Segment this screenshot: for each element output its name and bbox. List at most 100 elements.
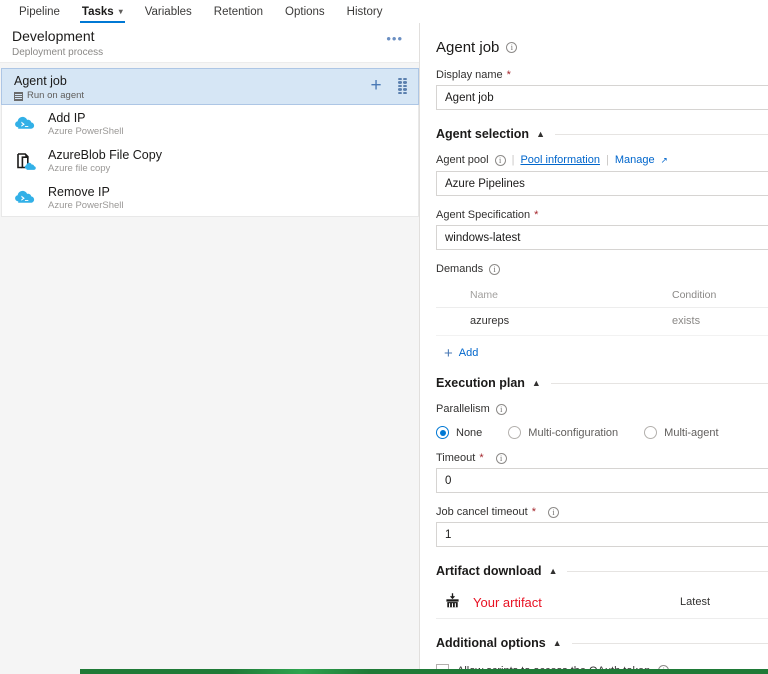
radio-label: None	[456, 427, 482, 439]
display-name-label: Display name *	[436, 69, 768, 81]
section-execution-plan[interactable]: Execution plan ▲	[436, 376, 768, 390]
job-list: Agent job Run on agent +	[0, 63, 420, 217]
chevron-up-icon: ▲	[536, 130, 545, 139]
chevron-up-icon: ▲	[532, 379, 541, 388]
info-icon[interactable]: i	[496, 404, 507, 415]
info-icon[interactable]: i	[495, 155, 506, 166]
info-icon[interactable]: i	[489, 264, 500, 275]
info-icon[interactable]: i	[548, 507, 559, 518]
task-list: Add IP Azure PowerShell	[1, 105, 419, 217]
app-root: Pipeline Tasks ▾ Variables Retention Opt…	[0, 0, 768, 674]
timeout-label-text: Timeout	[436, 452, 475, 464]
demands-label-row: Demands i	[436, 263, 768, 275]
parallelism-label: Parallelism	[436, 403, 490, 415]
task-text: Add IP Azure PowerShell	[48, 110, 124, 138]
agent-job-row[interactable]: Agent job Run on agent +	[1, 68, 419, 105]
job-cancel-timeout-label: Job cancel timeout * i	[436, 506, 768, 518]
chevron-up-icon: ▲	[553, 639, 562, 648]
task-name: Add IP	[48, 110, 124, 126]
add-demand-label: Add	[459, 347, 479, 359]
radio-multi-configuration[interactable]: Multi-configuration	[508, 426, 618, 439]
separator: |	[606, 154, 609, 166]
display-name-input[interactable]	[436, 85, 768, 110]
job-cancel-timeout-field: Job cancel timeout * i	[436, 506, 768, 547]
task-name: Remove IP	[48, 184, 124, 200]
add-demand-button[interactable]: + Add	[436, 347, 768, 359]
section-rule	[555, 134, 768, 135]
parallelism-label-row: Parallelism i	[436, 403, 768, 415]
required-marker: *	[534, 209, 538, 221]
task-text: AzureBlob File Copy Azure file copy	[48, 147, 162, 175]
job-details-pane: Agent job i Display name * Agent selecti…	[420, 23, 768, 674]
artifact-row[interactable]: Your artifact Latest	[436, 586, 768, 619]
tab-label: Retention	[214, 6, 263, 18]
radio-none[interactable]: None	[436, 426, 482, 439]
azure-powershell-icon	[14, 112, 38, 136]
radio-label: Multi-configuration	[528, 427, 618, 439]
task-row-azureblob-file-copy[interactable]: AzureBlob File Copy Azure file copy	[2, 142, 418, 179]
manage-link[interactable]: Manage	[615, 154, 655, 166]
task-text: Remove IP Azure PowerShell	[48, 184, 124, 212]
section-title: Additional options	[436, 636, 546, 650]
section-rule	[567, 571, 768, 572]
tab-pipeline[interactable]: Pipeline	[8, 0, 71, 23]
artifact-name: Your artifact	[473, 595, 542, 610]
display-name-label-text: Display name	[436, 69, 503, 81]
task-row-remove-ip[interactable]: Remove IP Azure PowerShell	[2, 179, 418, 216]
process-title: Development	[12, 28, 408, 45]
chevron-up-icon: ▲	[549, 567, 558, 576]
radio-multi-agent[interactable]: Multi-agent	[644, 426, 718, 439]
tab-retention[interactable]: Retention	[203, 0, 274, 23]
artifact-icon	[444, 592, 461, 612]
tab-options[interactable]: Options	[274, 0, 336, 23]
timeout-label: Timeout * i	[436, 452, 768, 464]
pool-information-link[interactable]: Pool information	[520, 154, 600, 166]
page-title: Agent job i	[436, 23, 768, 56]
pipeline-tasks-pane: Development Deployment process ••• Agent…	[0, 23, 420, 674]
bottom-progress-bar	[80, 669, 768, 674]
info-icon[interactable]: i	[496, 453, 507, 464]
display-name-field: Display name *	[436, 69, 768, 110]
section-agent-selection[interactable]: Agent selection ▲	[436, 127, 768, 141]
deployment-process-header: Development Deployment process •••	[0, 23, 420, 63]
section-title: Artifact download	[436, 564, 542, 578]
task-row-add-ip[interactable]: Add IP Azure PowerShell	[2, 105, 418, 142]
more-actions-icon[interactable]: •••	[386, 34, 403, 44]
artifact-version: Latest	[680, 596, 768, 608]
table-row[interactable]: azureps exists	[436, 308, 768, 336]
agent-pool-label-row: Agent pool i | Pool information | Manage…	[436, 154, 768, 166]
azure-powershell-icon	[14, 186, 38, 210]
radio-indicator	[644, 426, 657, 439]
agent-pool-input[interactable]	[436, 171, 768, 196]
tab-history[interactable]: History	[336, 0, 394, 23]
agent-pool-label: Agent pool	[436, 154, 489, 166]
tab-label: Pipeline	[19, 6, 60, 18]
task-subtitle: Azure PowerShell	[48, 200, 124, 212]
plus-icon: +	[444, 348, 453, 359]
job-cancel-timeout-label-text: Job cancel timeout	[436, 506, 528, 518]
separator: |	[512, 154, 515, 166]
info-icon[interactable]: i	[506, 42, 517, 53]
tab-tasks[interactable]: Tasks ▾	[71, 0, 134, 23]
section-artifact-download[interactable]: Artifact download ▲	[436, 564, 768, 578]
column-header-name: Name	[436, 289, 668, 301]
drag-handle-icon[interactable]	[398, 78, 407, 94]
demand-condition: exists	[668, 315, 768, 327]
demand-name: azureps	[436, 315, 668, 327]
azure-file-copy-icon	[14, 149, 38, 173]
add-task-icon[interactable]: +	[367, 77, 385, 95]
tab-label: Tasks	[82, 6, 114, 18]
task-name: AzureBlob File Copy	[48, 147, 162, 163]
agent-specification-input[interactable]	[436, 225, 768, 250]
required-marker: *	[532, 506, 536, 518]
agent-specification-label-text: Agent Specification	[436, 209, 530, 221]
section-title: Agent selection	[436, 127, 529, 141]
job-cancel-timeout-input[interactable]	[436, 522, 768, 547]
timeout-input[interactable]	[436, 468, 768, 493]
required-marker: *	[479, 452, 483, 464]
section-additional-options[interactable]: Additional options ▲	[436, 636, 768, 650]
agent-job-subtitle-wrap: Run on agent	[14, 90, 406, 102]
section-title: Execution plan	[436, 376, 525, 390]
tab-label: Variables	[145, 6, 192, 18]
tab-variables[interactable]: Variables	[134, 0, 203, 23]
